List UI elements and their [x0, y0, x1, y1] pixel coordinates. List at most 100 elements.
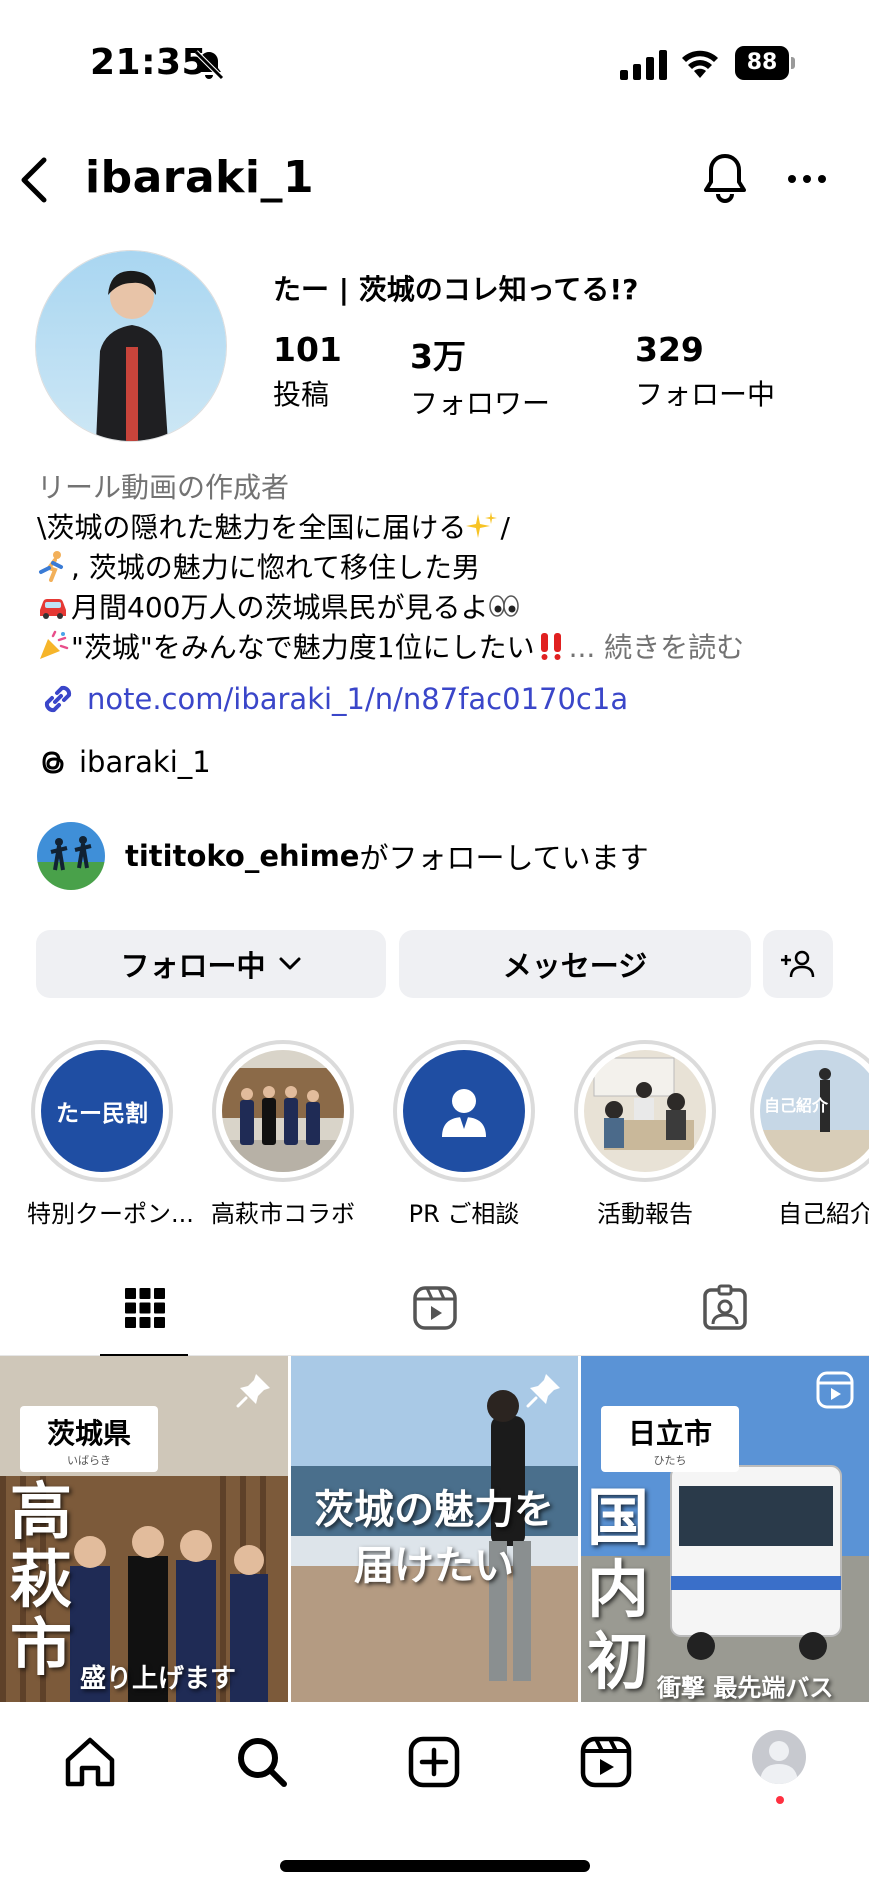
- stat-followers[interactable]: 3万 フォロワー: [410, 330, 550, 422]
- bio-text: 月間400万人の茨城県民が見るよ: [71, 591, 489, 624]
- post-title-char: 国: [587, 1481, 650, 1554]
- status-bar: 21:35 88: [0, 0, 869, 130]
- post-title-char: 萩: [10, 1543, 73, 1616]
- stat-following-count: 329: [635, 330, 704, 369]
- suggest-users-button[interactable]: [763, 930, 833, 998]
- bio-category: リール動画の作成者: [37, 471, 290, 504]
- message-button[interactable]: メッセージ: [399, 930, 751, 998]
- bio-text: /: [500, 511, 510, 544]
- bio-link-text: note.com/ibaraki_1/n/n87fac0170c1a: [87, 682, 629, 716]
- bell-icon[interactable]: [700, 150, 750, 206]
- nav-search[interactable]: [232, 1732, 292, 1792]
- bell-off-icon: [194, 50, 224, 80]
- stat-followers-label: フォロワー: [410, 387, 551, 420]
- location-tag-reading: いばらき: [67, 1454, 111, 1467]
- bio-line: 月間400万人の茨城県民が見るよ: [37, 588, 857, 628]
- grid-icon: [125, 1288, 165, 1328]
- highlight-item[interactable]: PR ご相談: [389, 1040, 539, 1229]
- tab-posts-grid[interactable]: [0, 1260, 290, 1357]
- tab-tagged[interactable]: [580, 1260, 869, 1356]
- nav-create[interactable]: [404, 1732, 464, 1792]
- bio-line: \茨城の隠れた魅力を全国に届ける /: [37, 508, 857, 548]
- stat-posts-label: 投稿: [273, 378, 330, 411]
- bottom-navigation: [0, 1702, 869, 1884]
- pin-icon: [236, 1374, 270, 1408]
- profile-tabs: [0, 1260, 869, 1357]
- highlight-cover-text: 自己紹介: [764, 1096, 829, 1115]
- highlight-cover: [393, 1040, 535, 1182]
- threads-icon: [42, 751, 64, 774]
- home-icon: [65, 1737, 115, 1787]
- highlight-item[interactable]: 自己紹介 自己紹介: [750, 1040, 869, 1229]
- bio-link[interactable]: note.com/ibaraki_1/n/n87fac0170c1a: [37, 678, 628, 720]
- status-time: 21:35: [90, 42, 208, 83]
- create-post-icon: [408, 1736, 460, 1788]
- following-button[interactable]: フォロー中: [36, 930, 386, 998]
- location-tag-name: 日立市: [627, 1417, 712, 1450]
- location-tag-reading: ひたち: [653, 1454, 687, 1467]
- reels-icon: [413, 1286, 457, 1330]
- car-icon: [40, 599, 66, 619]
- post-title-char: 市: [10, 1611, 73, 1684]
- double-exclamation-icon: [540, 633, 561, 660]
- post-caption: 盛り上げます: [80, 1664, 237, 1694]
- sparkles-icon: [466, 512, 498, 538]
- runner-icon: [39, 551, 63, 582]
- following-button-label: フォロー中: [120, 949, 266, 983]
- eyes-icon: [489, 595, 520, 617]
- header-username: ibaraki_1: [85, 152, 315, 203]
- location-tag-name: 茨城県: [46, 1417, 131, 1450]
- mutual-followers[interactable]: tititoko_ehime がフォローしています: [37, 822, 649, 890]
- highlight-label: 高萩市コラボ: [211, 1200, 355, 1228]
- nav-home[interactable]: [60, 1732, 120, 1792]
- post-title-line: 届けたい: [354, 1543, 514, 1589]
- highlight-cover-text: たー民割: [56, 1101, 148, 1127]
- back-icon[interactable]: [14, 154, 54, 206]
- post-title-char: 高: [10, 1475, 73, 1548]
- bio-line: , 茨城の魅力に惚れて移住した男: [37, 548, 857, 588]
- post-caption: 衝撃 最先端バス: [657, 1674, 834, 1702]
- nav-reels[interactable]: [576, 1732, 636, 1792]
- add-person-icon: [781, 950, 815, 978]
- home-indicator[interactable]: [280, 1860, 590, 1872]
- message-button-label: メッセージ: [502, 949, 648, 983]
- threads-handle: ibaraki_1: [79, 745, 211, 779]
- profile-display-name: たー | 茨城のコレ知ってる!?: [273, 273, 639, 306]
- bio-text: "茨城"をみんなで魅力度1位にしたい: [71, 631, 535, 664]
- location-tag: 日立市 ひたち: [601, 1406, 739, 1472]
- highlight-cover: 自己紹介: [750, 1040, 869, 1182]
- profile-header: ibaraki_1: [0, 140, 869, 220]
- profile-avatar[interactable]: [35, 250, 227, 442]
- highlight-item[interactable]: 活動報告: [570, 1040, 720, 1229]
- stat-posts[interactable]: 101 投稿: [273, 330, 342, 413]
- read-more-link[interactable]: ... 続きを読む: [569, 631, 745, 664]
- party-popper-icon: [40, 630, 69, 659]
- highlight-item[interactable]: 高萩市コラボ: [208, 1040, 358, 1229]
- profile-bio: リール動画の作成者 \茨城の隠れた魅力を全国に届ける / , 茨城の魅力に惚れて移…: [37, 468, 857, 668]
- bio-text: \茨城の隠れた魅力を全国に届ける: [37, 511, 467, 544]
- post-title-char: 内: [587, 1553, 650, 1626]
- link-icon: [44, 685, 72, 713]
- post-thumbnail[interactable]: 日立市 ひたち 国 内 初 衝撃 最先端バス: [581, 1356, 869, 1702]
- post-thumbnail[interactable]: 茨城の魅力を 届けたい: [291, 1356, 578, 1702]
- post-thumbnail[interactable]: 茨城県 いばらき 高 萩 市 盛り上げます: [0, 1356, 288, 1702]
- more-options-icon[interactable]: [782, 162, 832, 196]
- wifi-icon: [682, 50, 718, 78]
- search-icon: [238, 1738, 287, 1787]
- highlight-cover: [212, 1040, 354, 1182]
- reels-icon: [580, 1736, 632, 1788]
- tab-reels[interactable]: [290, 1260, 580, 1356]
- notification-dot: [776, 1796, 784, 1804]
- stat-followers-count: 3万: [410, 337, 466, 376]
- bio-text: , 茨城の魅力に惚れて移住した男: [71, 551, 480, 584]
- battery-level: 88: [735, 46, 789, 80]
- battery-icon: 88: [735, 46, 795, 80]
- stat-following[interactable]: 329 フォロー中: [635, 330, 775, 413]
- reel-badge-icon: [816, 1371, 854, 1409]
- post-title-line: 茨城の魅力を: [314, 1487, 554, 1533]
- highlight-label: 自己紹介: [778, 1200, 869, 1228]
- threads-badge[interactable]: ibaraki_1: [37, 745, 211, 779]
- posts-grid: 茨城県 いばらき 高 萩 市 盛り上げます 茨城の魅力を 届けたい 日立市 ひた…: [0, 1356, 869, 1702]
- highlight-item[interactable]: たー民割 特別クーポン...: [27, 1040, 194, 1229]
- nav-profile-avatar[interactable]: [752, 1730, 806, 1784]
